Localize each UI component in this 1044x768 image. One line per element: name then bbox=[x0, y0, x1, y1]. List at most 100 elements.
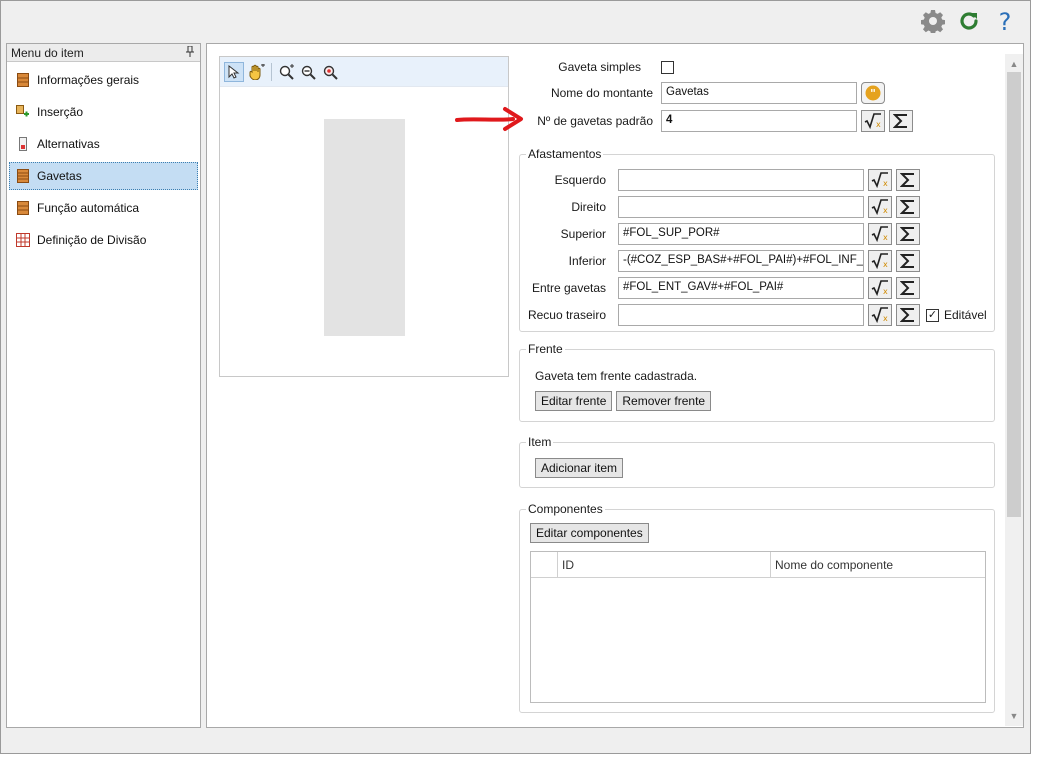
formula-button[interactable]: x bbox=[861, 110, 885, 132]
sidebar-item-label: Informações gerais bbox=[37, 73, 140, 87]
editavel-checkbox[interactable]: ✓ bbox=[926, 308, 939, 322]
scroll-up-icon[interactable]: ▲ bbox=[1005, 56, 1023, 72]
drawer-icon bbox=[16, 201, 30, 215]
vertical-scrollbar[interactable]: ▲ ▼ bbox=[1005, 54, 1023, 726]
sum-button[interactable] bbox=[896, 196, 920, 218]
sidebar-item-label: Gavetas bbox=[37, 169, 82, 183]
grid-icon bbox=[16, 233, 30, 247]
refresh-icon[interactable] bbox=[956, 8, 982, 34]
remove-front-button[interactable]: Remover frente bbox=[616, 391, 712, 411]
sum-button[interactable] bbox=[896, 304, 920, 326]
edit-front-button[interactable]: Editar frente bbox=[535, 391, 613, 411]
red-arrow-annotation bbox=[455, 107, 523, 131]
sum-button[interactable] bbox=[896, 277, 920, 299]
zoom-out-icon[interactable] bbox=[299, 62, 319, 82]
zoom-fit-icon[interactable] bbox=[321, 62, 341, 82]
gaveta-simples-checkbox[interactable] bbox=[661, 60, 674, 74]
main-window: ? Menu do item Informações gerais Inserç… bbox=[0, 0, 1031, 754]
svg-text:x: x bbox=[876, 120, 881, 129]
sidebar-item-definicao-de-divisao[interactable]: Definição de Divisão bbox=[9, 226, 198, 254]
afastamentos-title: Afastamentos bbox=[526, 147, 604, 161]
frente-status-text: Gaveta tem frente cadastrada. bbox=[535, 369, 698, 383]
afastamento-recuo-traseiro-input[interactable] bbox=[618, 304, 864, 326]
add-item-button[interactable]: Adicionar item bbox=[535, 458, 624, 478]
num-gavetas-input[interactable]: 4 bbox=[661, 110, 857, 132]
sidebar-item-label: Alternativas bbox=[37, 137, 100, 151]
svg-text:x: x bbox=[883, 233, 888, 242]
sidebar-item-informacoes-gerais[interactable]: Informações gerais bbox=[9, 66, 198, 94]
formula-button[interactable]: x bbox=[868, 250, 892, 272]
preview-toolbar bbox=[220, 57, 508, 87]
drawer-icon bbox=[16, 73, 30, 87]
help-icon[interactable]: ? bbox=[992, 8, 1018, 34]
sidebar-item-funcao-automatica[interactable]: Função automática bbox=[9, 194, 198, 222]
componentes-title: Componentes bbox=[526, 502, 605, 516]
formula-button[interactable]: x bbox=[868, 196, 892, 218]
settings-gear-icon[interactable] bbox=[920, 8, 946, 34]
afastamento-superior-label: Superior bbox=[560, 227, 606, 241]
svg-text:?: ? bbox=[999, 8, 1012, 34]
sidebar-item-alternativas[interactable]: Alternativas bbox=[9, 130, 198, 158]
zoom-in-icon[interactable] bbox=[277, 62, 297, 82]
sidebar-item-label: Função automática bbox=[37, 201, 140, 215]
afastamento-esquerdo-row: Esquerdo x bbox=[520, 169, 920, 191]
frente-group: Frente Gaveta tem frente cadastrada. Edi… bbox=[519, 342, 995, 422]
quote-icon: " bbox=[865, 85, 881, 101]
sqrt-formula-icon: x bbox=[871, 307, 888, 323]
formula-button[interactable]: x bbox=[868, 223, 892, 245]
svg-text:": " bbox=[870, 87, 876, 100]
sum-button[interactable] bbox=[896, 169, 920, 191]
afastamento-direito-label: Direito bbox=[571, 200, 606, 214]
afastamento-superior-input[interactable]: #FOL_SUP_POR# bbox=[618, 223, 864, 245]
item-title: Item bbox=[526, 435, 554, 449]
item-menu-sidebar: Menu do item Informações gerais Inserção… bbox=[6, 43, 201, 728]
sum-button[interactable] bbox=[896, 223, 920, 245]
sidebar-item-gavetas[interactable]: Gavetas bbox=[9, 162, 198, 190]
pin-icon[interactable] bbox=[186, 45, 194, 60]
scrollbar-thumb[interactable] bbox=[1007, 72, 1021, 517]
components-table: ID Nome do componente bbox=[530, 551, 986, 703]
afastamento-inferior-input[interactable]: -(#COZ_ESP_BAS#+#FOL_PAI#)+#FOL_INF_F bbox=[618, 250, 864, 272]
svg-text:x: x bbox=[883, 260, 888, 269]
num-gavetas-label: Nº de gavetas padrão bbox=[537, 114, 653, 128]
scroll-down-icon[interactable]: ▼ bbox=[1005, 708, 1023, 724]
column-header-id[interactable]: ID bbox=[558, 552, 771, 577]
afastamento-entre-gavetas-input[interactable]: #FOL_ENT_GAV#+#FOL_PAI# bbox=[618, 277, 864, 299]
afastamento-recuo-traseiro-label: Recuo traseiro bbox=[527, 308, 606, 322]
drawer-preview bbox=[219, 56, 509, 377]
sigma-icon bbox=[900, 200, 914, 214]
sigma-icon bbox=[900, 227, 914, 241]
num-gavetas-row: Nº de gavetas padrão 4 x bbox=[519, 110, 913, 132]
formula-button[interactable]: x bbox=[868, 304, 892, 326]
afastamento-inferior-row: Inferior -(#COZ_ESP_BAS#+#FOL_PAI#)+#FOL… bbox=[520, 250, 920, 272]
sum-button[interactable] bbox=[889, 110, 913, 132]
alternatives-icon bbox=[16, 137, 30, 151]
afastamento-direito-input[interactable] bbox=[618, 196, 864, 218]
sqrt-formula-icon: x bbox=[871, 280, 888, 296]
formula-button[interactable]: x bbox=[868, 277, 892, 299]
nome-montante-input[interactable]: Gavetas bbox=[661, 82, 857, 104]
drawer-form: Gaveta simples Nome do montante Gavetas … bbox=[455, 44, 1005, 727]
frente-title: Frente bbox=[526, 342, 565, 356]
quote-button[interactable]: " bbox=[861, 82, 885, 104]
afastamento-esquerdo-label: Esquerdo bbox=[554, 173, 606, 187]
afastamento-entre-gavetas-label: Entre gavetas bbox=[531, 281, 606, 295]
sqrt-formula-icon: x bbox=[871, 226, 888, 242]
pointer-select-icon[interactable] bbox=[224, 61, 244, 82]
svg-text:x: x bbox=[883, 179, 888, 188]
afastamento-esquerdo-input[interactable] bbox=[618, 169, 864, 191]
components-table-header: ID Nome do componente bbox=[531, 552, 985, 578]
main-panel: Gaveta simples Nome do montante Gavetas … bbox=[206, 43, 1024, 728]
sigma-icon bbox=[900, 173, 914, 187]
sidebar-item-label: Definição de Divisão bbox=[37, 233, 147, 247]
sum-button[interactable] bbox=[896, 250, 920, 272]
sigma-icon bbox=[900, 281, 914, 295]
insert-icon bbox=[16, 105, 30, 119]
svg-text:x: x bbox=[883, 314, 888, 323]
pan-hand-icon[interactable] bbox=[246, 62, 266, 82]
column-header-nome-componente[interactable]: Nome do componente bbox=[771, 552, 985, 577]
sidebar-item-insercao[interactable]: Inserção bbox=[9, 98, 198, 126]
item-group: Item Adicionar item bbox=[519, 435, 995, 488]
formula-button[interactable]: x bbox=[868, 169, 892, 191]
edit-components-button[interactable]: Editar componentes bbox=[530, 523, 649, 543]
